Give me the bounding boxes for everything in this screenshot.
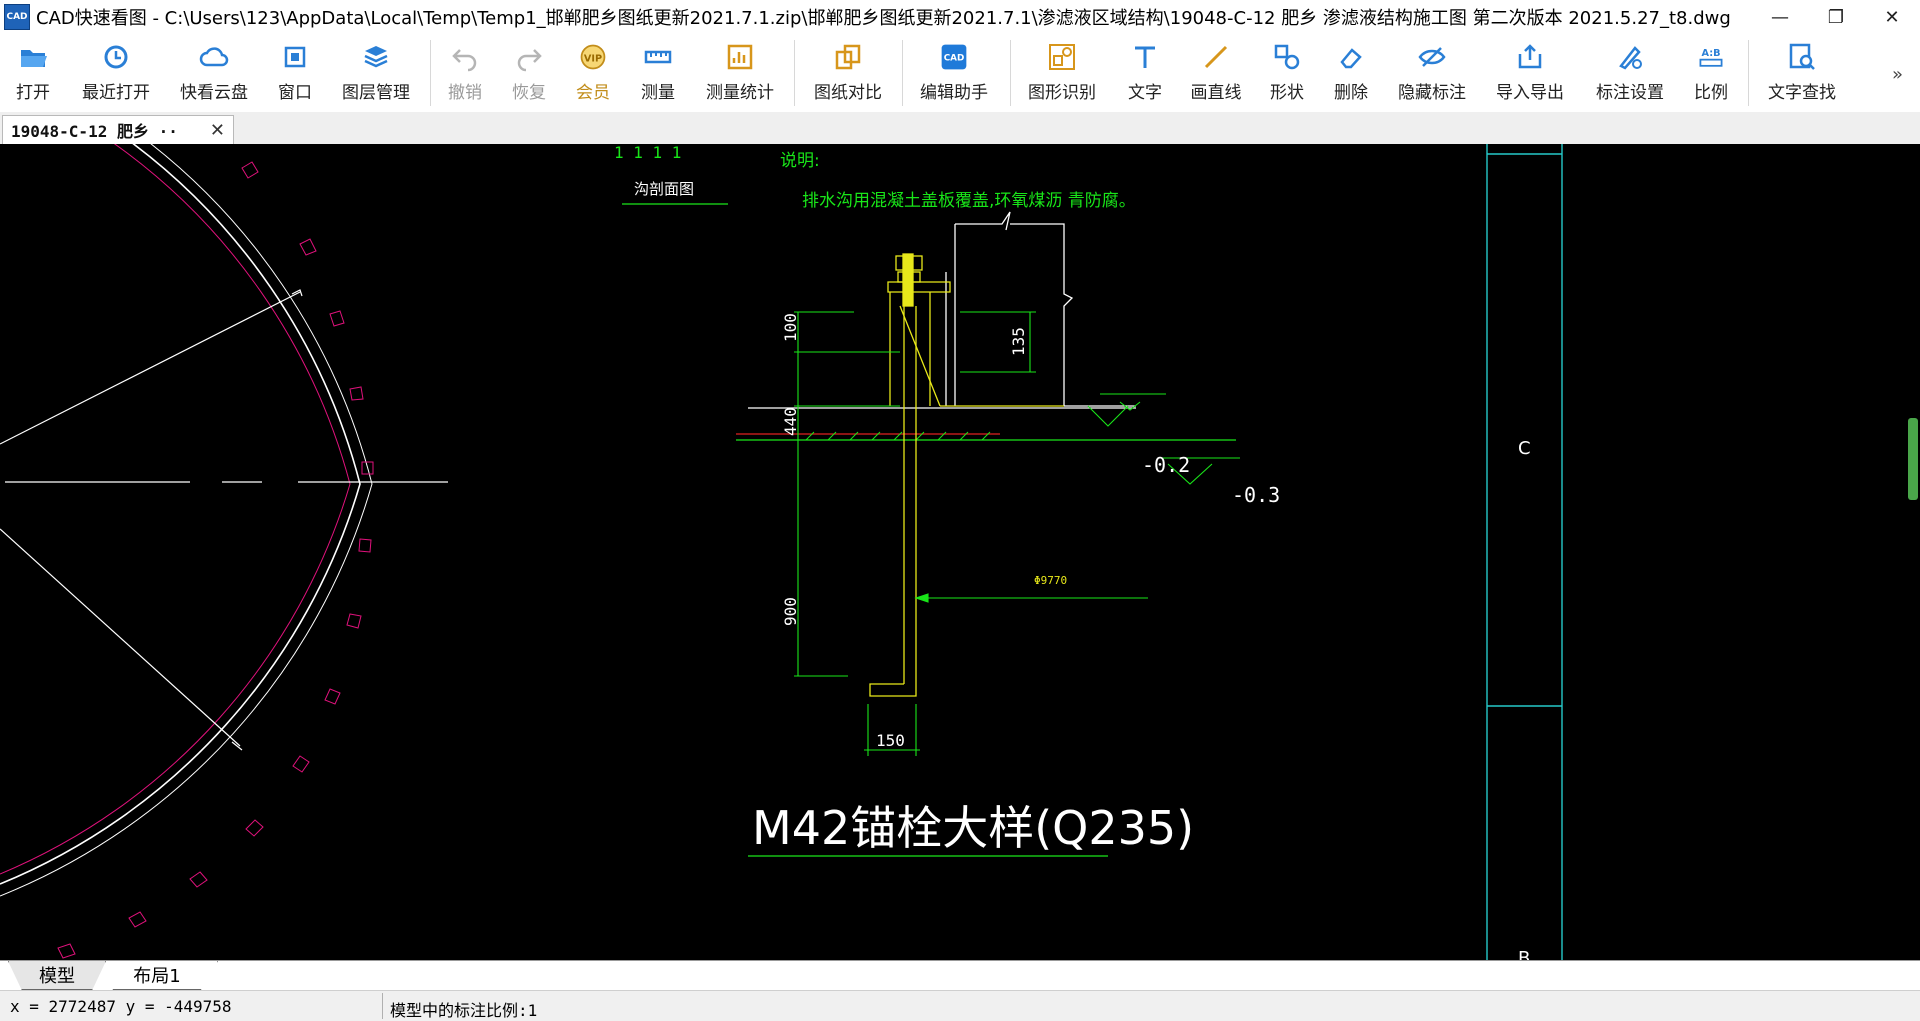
cursor-coordinates: x = 2772487 y = -449758 xyxy=(10,997,232,1016)
compare-icon xyxy=(833,42,863,72)
toolbar-divider xyxy=(1748,40,1749,106)
clock-history-icon xyxy=(101,42,131,72)
shape-recognize-button[interactable]: 图形识别 xyxy=(1022,42,1102,108)
grid-label-b: B xyxy=(1518,948,1530,960)
recent-open-button[interactable]: 最近打开 xyxy=(76,42,156,108)
annotation-scale-status: 模型中的标注比例:1 xyxy=(390,1001,538,1020)
delete-button[interactable]: 删除 xyxy=(1326,42,1376,108)
window-title: CAD快速看图 - C:\Users\123\AppData\Local\Tem… xyxy=(36,8,1731,29)
toolbar-divider xyxy=(794,40,795,106)
edit-assistant-button[interactable]: CAD 编辑助手 xyxy=(914,42,994,108)
import-export-button[interactable]: 导入导出 xyxy=(1490,42,1570,108)
edit-assistant-icon: CAD xyxy=(939,42,969,72)
tab-model[interactable]: 模型 xyxy=(8,961,106,990)
tank-anchor-marks xyxy=(57,161,374,959)
document-tab-bar: 19048-C-12 肥乡 ·· ✕ xyxy=(0,112,1920,145)
concrete-wall xyxy=(945,211,1136,407)
import-export-icon xyxy=(1515,42,1545,72)
dim-900-label: 900 xyxy=(781,597,800,626)
title-bar: CAD CAD快速看图 - C:\Users\123\AppData\Local… xyxy=(0,0,1920,34)
section-label: 沟剖面图 xyxy=(634,180,694,198)
dim-440-label: 440 xyxy=(781,407,800,436)
toolbar: 打开 最近打开 快看云盘 窗口 图层管理 撤销 恢复 VIP 会员 测量 测量统… xyxy=(0,34,1920,112)
draw-line-button[interactable]: 画直线 xyxy=(1186,42,1246,108)
undo-icon xyxy=(450,42,480,72)
close-button[interactable]: ✕ xyxy=(1864,0,1920,34)
toolbar-overflow-button[interactable]: » xyxy=(1892,64,1903,85)
svg-text:A:B: A:B xyxy=(1702,48,1721,59)
layer-manager-button[interactable]: 图层管理 xyxy=(336,42,416,108)
window-button[interactable]: 窗口 xyxy=(270,42,320,108)
shapes-icon xyxy=(1272,42,1302,72)
dim-100-label: 100 xyxy=(781,313,800,342)
svg-text:VIP: VIP xyxy=(584,53,602,64)
scale-button[interactable]: A:B 比例 xyxy=(1686,42,1736,108)
ruler-icon xyxy=(643,42,673,72)
tab-layout1[interactable]: 布局1 xyxy=(96,961,218,990)
ground-hatch xyxy=(805,431,991,441)
status-bar: x = 2772487 y = -449758 模型中的标注比例:1 xyxy=(0,990,1920,1021)
drawing-compare-button[interactable]: 图纸对比 xyxy=(808,42,888,108)
eye-hide-icon xyxy=(1417,42,1447,72)
annotation-settings-button[interactable]: 标注设置 xyxy=(1590,42,1670,108)
layout-tab-bar: 布局1 模型 xyxy=(0,960,1920,991)
line-icon xyxy=(1201,42,1231,72)
open-button[interactable]: 打开 xyxy=(8,42,58,108)
tab-document-label: 19048-C-12 肥乡 ·· xyxy=(11,122,178,141)
cloud-icon xyxy=(199,42,229,72)
measure-button[interactable]: 测量 xyxy=(633,42,683,108)
text-search-icon xyxy=(1787,42,1817,72)
drawing-canvas[interactable]: 1 1 1 1 说明: 沟剖面图 排水沟用混凝土盖板覆盖,环氧煤沥 青防腐。 1… xyxy=(0,144,1920,960)
tab-close-icon[interactable]: ✕ xyxy=(210,120,225,141)
note-title: 说明: xyxy=(780,151,820,171)
vip-badge-icon: VIP xyxy=(578,42,608,72)
elevation-label-1: -0.2 xyxy=(1142,453,1190,477)
elevation-label-2: -0.3 xyxy=(1232,483,1280,507)
vip-member-button[interactable]: VIP 会员 xyxy=(568,42,618,108)
folder-open-icon xyxy=(18,42,48,72)
annotation-settings-icon xyxy=(1615,42,1645,72)
dim-150-label: 150 xyxy=(876,731,905,750)
tank-circle-outline xyxy=(0,144,373,897)
vertical-scrollbar[interactable] xyxy=(1906,144,1920,960)
shapes-button[interactable]: 形状 xyxy=(1262,42,1312,108)
toolbar-divider xyxy=(902,40,903,106)
anchor-bolt xyxy=(869,253,1064,697)
dimension-lines xyxy=(794,311,1240,756)
redo-button[interactable]: 恢复 xyxy=(504,42,554,108)
app-logo-icon: CAD xyxy=(4,4,30,30)
grid-label-c: C xyxy=(1518,438,1531,459)
rebar-label: Φ9770 xyxy=(1034,574,1067,587)
cloud-drive-button[interactable]: 快看云盘 xyxy=(174,42,254,108)
note-text: 排水沟用混凝土盖板覆盖,环氧煤沥 青防腐。 xyxy=(802,191,1136,211)
redo-icon xyxy=(514,42,544,72)
shape-recognize-icon xyxy=(1047,42,1077,72)
detail-title: M42锚栓大样(Q235) xyxy=(752,801,1194,855)
svg-text:CAD: CAD xyxy=(944,54,965,64)
eraser-icon xyxy=(1336,42,1366,72)
text-icon xyxy=(1130,42,1160,72)
title-block-frame xyxy=(1486,144,1563,960)
tab-document[interactable]: 19048-C-12 肥乡 ·· ✕ xyxy=(2,115,234,144)
hide-annotations-button[interactable]: 隐藏标注 xyxy=(1392,42,1472,108)
undo-button[interactable]: 撤销 xyxy=(440,42,490,108)
tank-radial-lines xyxy=(0,289,303,751)
dim-135-label: 135 xyxy=(1009,327,1028,356)
minimize-button[interactable]: — xyxy=(1752,0,1808,34)
text-button[interactable]: 文字 xyxy=(1120,42,1170,108)
measure-stats-button[interactable]: 测量统计 xyxy=(700,42,780,108)
status-divider xyxy=(382,993,383,1019)
measure-stats-icon xyxy=(725,42,755,72)
cad-drawing: 1 1 1 1 说明: 沟剖面图 排水沟用混凝土盖板覆盖,环氧煤沥 青防腐。 1… xyxy=(0,144,1563,960)
toolbar-divider xyxy=(430,40,431,106)
toolbar-divider xyxy=(1010,40,1011,106)
restore-button[interactable]: ❐ xyxy=(1808,0,1864,34)
window-icon xyxy=(280,42,310,72)
section-marks: 1 1 1 1 xyxy=(614,144,681,162)
scrollbar-thumb[interactable] xyxy=(1908,418,1918,500)
layers-icon xyxy=(361,42,391,72)
scale-icon: A:B xyxy=(1696,42,1726,72)
text-search-button[interactable]: 文字查找 xyxy=(1762,42,1842,108)
